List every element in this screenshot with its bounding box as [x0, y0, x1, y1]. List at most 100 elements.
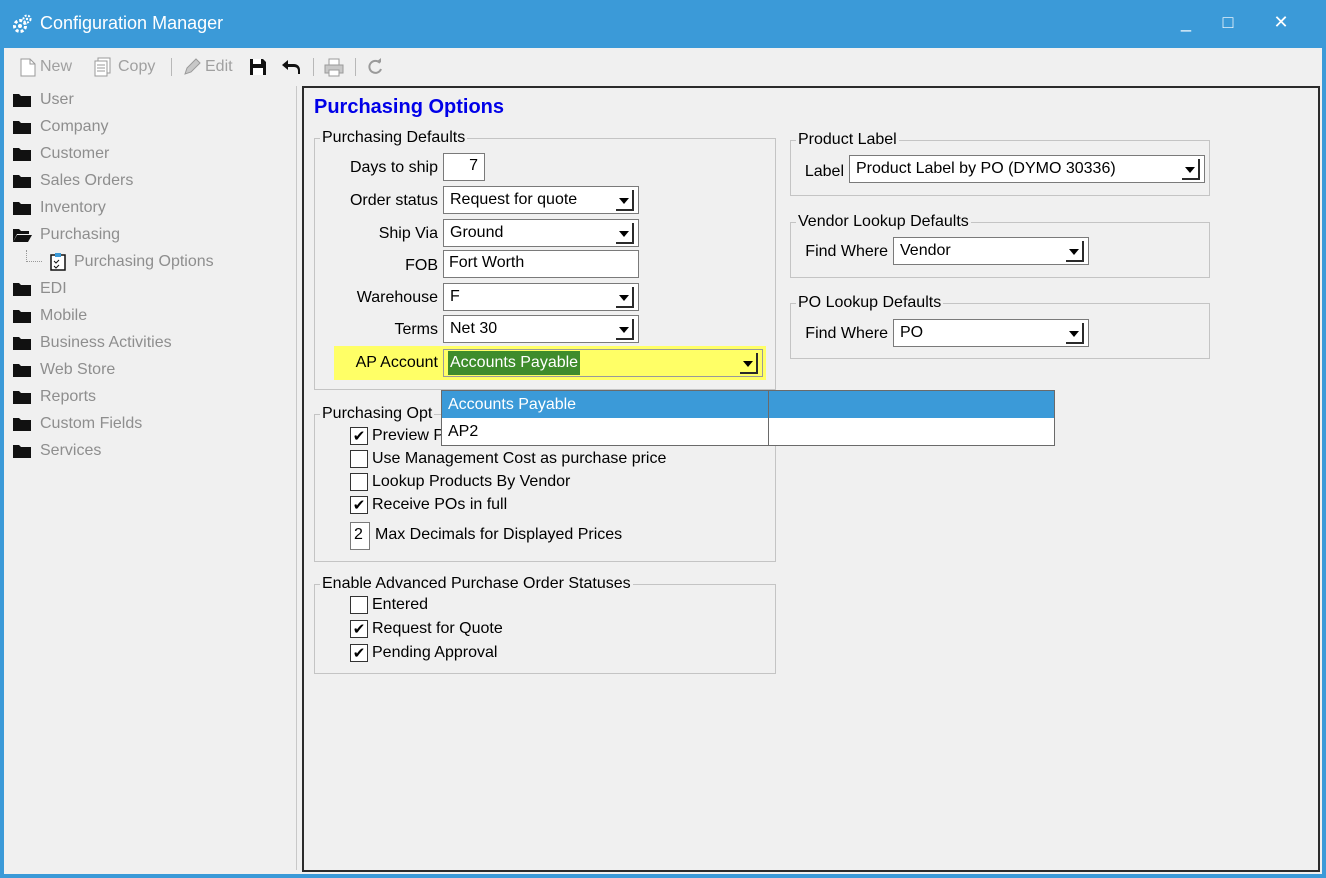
tree-item-sales-orders[interactable]: Sales Orders	[12, 169, 133, 193]
edit-label: Edit	[205, 58, 233, 75]
toolbar-separator	[313, 58, 314, 76]
dropdown-option-accounts-payable[interactable]: Accounts Payable	[442, 391, 1054, 418]
checkbox-box[interactable]	[350, 596, 368, 614]
navigation-tree: User Company Customer Sales Orders Inven…	[6, 86, 297, 870]
fob-label: FOB	[405, 257, 438, 274]
selected-value: Ground	[450, 224, 504, 241]
tree-item-company[interactable]: Company	[12, 115, 108, 139]
order-status-label: Order status	[349, 192, 438, 209]
terms-select[interactable]: Net 30	[443, 315, 639, 343]
tree-item-business-activities[interactable]: Business Activities	[12, 331, 172, 355]
po-find-where-select[interactable]: PO	[893, 319, 1089, 347]
tree-item-mobile[interactable]: Mobile	[12, 304, 87, 328]
undo-button[interactable]	[281, 56, 301, 78]
chevron-down-icon[interactable]	[1182, 159, 1200, 180]
checkbox-box[interactable]: ✔	[350, 644, 368, 662]
chevron-down-icon[interactable]	[616, 190, 634, 211]
maximize-button[interactable]: □	[1205, 6, 1251, 38]
undo-icon	[282, 60, 300, 74]
tree-item-purchasing-options[interactable]: Purchasing Options	[26, 250, 214, 274]
chevron-down-icon[interactable]	[1066, 241, 1084, 262]
warehouse-label: Warehouse	[356, 289, 438, 306]
ship-via-label: Ship Via	[378, 225, 438, 242]
selected-value: F	[450, 288, 460, 305]
tree-item-label: Company	[40, 118, 109, 135]
folder-icon	[13, 202, 31, 215]
checklist-icon	[50, 253, 66, 271]
selected-value: Product Label by PO (DYMO 30336)	[856, 160, 1116, 177]
window-title: Configuration Manager	[40, 13, 224, 33]
folder-open-icon	[13, 229, 32, 242]
tree-item-purchasing[interactable]: Purchasing	[12, 223, 120, 247]
refresh-button[interactable]	[366, 56, 384, 78]
copy-icon	[94, 57, 111, 77]
minimize-button[interactable]: _	[1163, 6, 1209, 38]
print-button[interactable]	[324, 56, 344, 78]
order-status-select[interactable]: Request for quote	[443, 186, 639, 214]
new-label: New	[40, 58, 73, 75]
copy-label: Copy	[118, 58, 156, 75]
ship-via-select[interactable]: Ground	[443, 219, 639, 247]
checkbox-box[interactable]	[350, 450, 368, 468]
tree-item-label: Inventory	[40, 199, 106, 216]
tree-item-inventory[interactable]: Inventory	[12, 196, 106, 220]
edit-button[interactable]: Edit	[183, 56, 233, 78]
vendor-find-where-label: Find Where	[805, 243, 888, 260]
folder-icon	[13, 364, 31, 377]
save-button[interactable]	[249, 56, 267, 78]
toolbar-separator	[355, 58, 356, 76]
title-bar[interactable]: Configuration Manager _ □ ✕	[0, 0, 1326, 48]
tree-item-user[interactable]: User	[12, 88, 74, 112]
tree-item-web-store[interactable]: Web Store	[12, 358, 115, 382]
checkbox-box[interactable]: ✔	[350, 427, 368, 445]
chevron-down-icon[interactable]	[616, 223, 634, 244]
group-legend: Product Label	[796, 131, 899, 149]
tree-item-customer[interactable]: Customer	[12, 142, 109, 166]
tree-item-services[interactable]: Services	[12, 439, 101, 463]
warehouse-select[interactable]: F	[443, 283, 639, 311]
status-entered-checkbox[interactable]: Entered	[350, 596, 428, 614]
folder-icon	[13, 94, 31, 107]
ap-account-select[interactable]: Accounts Payable	[443, 349, 763, 377]
selected-value: Accounts Payable	[448, 351, 581, 375]
chevron-down-icon[interactable]	[616, 287, 634, 308]
checkbox-box[interactable]: ✔	[350, 496, 368, 514]
chevron-down-icon[interactable]	[1066, 323, 1084, 344]
tree-item-edi[interactable]: EDI	[12, 277, 67, 301]
status-pending-approval-checkbox[interactable]: ✔ Pending Approval	[350, 644, 497, 662]
checkbox-box[interactable]	[350, 473, 368, 491]
checkbox-label: Request for Quote	[372, 620, 503, 637]
ap-account-label: AP Account	[355, 354, 438, 371]
toolbar-separator	[171, 58, 172, 76]
tree-item-label: Purchasing	[40, 226, 121, 243]
fob-input[interactable]: Fort Worth	[443, 250, 639, 278]
tree-item-label: Reports	[40, 388, 97, 405]
chevron-down-icon[interactable]	[740, 353, 758, 374]
tree-item-custom-fields[interactable]: Custom Fields	[12, 412, 142, 436]
new-button[interactable]: New	[20, 56, 72, 78]
dropdown-option-ap2[interactable]: AP2	[442, 418, 1054, 445]
group-legend: Enable Advanced Purchase Order Statuses	[320, 575, 633, 593]
copy-button[interactable]: Copy	[94, 56, 155, 78]
selected-value: Net 30	[450, 320, 498, 337]
tree-item-reports[interactable]: Reports	[12, 385, 96, 409]
checkbox-label: Entered	[372, 596, 429, 613]
settings-panel: Purchasing Options Purchasing Defaults D…	[302, 86, 1320, 872]
tree-item-label: Services	[40, 442, 102, 459]
use-management-cost-checkbox[interactable]: Use Management Cost as purchase price	[350, 450, 666, 468]
receive-in-full-checkbox[interactable]: ✔ Receive POs in full	[350, 496, 507, 514]
checkbox-box[interactable]: ✔	[350, 620, 368, 638]
gears-icon	[13, 14, 32, 33]
tree-item-label: Customer	[40, 145, 110, 162]
tree-item-label: Purchasing Options	[74, 253, 214, 270]
close-button[interactable]: ✕	[1258, 6, 1304, 38]
max-decimals-input[interactable]: 2	[350, 522, 370, 550]
lookup-by-vendor-checkbox[interactable]: Lookup Products By Vendor	[350, 473, 570, 491]
days-to-ship-input[interactable]: 7	[443, 153, 485, 181]
folder-icon	[13, 121, 31, 134]
vendor-find-where-select[interactable]: Vendor	[893, 237, 1089, 265]
status-request-for-quote-checkbox[interactable]: ✔ Request for Quote	[350, 620, 503, 638]
chevron-down-icon[interactable]	[616, 319, 634, 340]
product-label-select[interactable]: Product Label by PO (DYMO 30336)	[849, 155, 1205, 183]
folder-icon	[13, 310, 31, 323]
